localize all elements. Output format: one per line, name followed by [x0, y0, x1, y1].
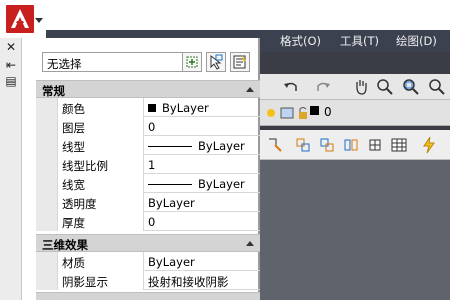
close-icon[interactable]: ✕ [3, 40, 19, 54]
select-objects-button[interactable] [206, 52, 226, 72]
section-3d-effects-header[interactable]: 三维效果 [36, 234, 260, 252]
properties-palette: 无选择 常规 颜色 ByLayer 图层 0 线型 ByLayer 线型比例 1… [22, 38, 260, 300]
section-plot-style-header[interactable] [36, 292, 260, 300]
prop-name: 线型 [58, 136, 144, 155]
prop-row-layer[interactable]: 图层 0 [36, 117, 260, 136]
selection-dropdown[interactable]: 无选择 [42, 52, 198, 72]
prop-row-thickness[interactable]: 厚度 0 [36, 212, 260, 231]
quick-select-button[interactable] [230, 52, 250, 72]
prop-row-linetype[interactable]: 线型 ByLayer [36, 136, 260, 155]
prop-value[interactable]: 0 [144, 117, 260, 136]
prop-row-material[interactable]: 材质 ByLayer [36, 252, 260, 271]
pickadd-icon [186, 56, 198, 68]
chevron-down-icon [35, 18, 43, 23]
prop-value[interactable]: ByLayer [144, 193, 260, 212]
prop-value[interactable]: 投射和接收阴影 [144, 271, 260, 290]
prop-name: 厚度 [58, 212, 144, 231]
prop-name: 阴影显示 [58, 271, 144, 290]
prop-row-color[interactable]: 颜色 ByLayer [36, 98, 260, 117]
prop-value[interactable]: ByLayer [144, 136, 260, 155]
prop-value[interactable]: ByLayer [144, 174, 260, 193]
line-sample [148, 184, 192, 185]
prop-row-shadow-display[interactable]: 阴影显示 投射和接收阴影 [36, 271, 260, 290]
prop-row-transparency[interactable]: 透明度 ByLayer [36, 193, 260, 212]
zoom-icon[interactable] [376, 78, 394, 96]
current-layer-value: 0 [324, 105, 332, 119]
application-menu-button[interactable] [0, 0, 46, 38]
prop-name: 线宽 [58, 174, 144, 193]
chevron-up-icon[interactable] [246, 241, 254, 246]
copy-icon[interactable] [318, 136, 336, 154]
menu-format[interactable]: 格式(O) [280, 33, 321, 49]
standard-toolbar [258, 74, 450, 100]
modify-toolbar [258, 130, 450, 160]
prop-value[interactable]: ByLayer [144, 98, 260, 117]
selection-value: 无选择 [47, 57, 82, 71]
section-general-header[interactable]: 常规 [36, 80, 260, 98]
menu-draw[interactable]: 绘图(D) [396, 33, 437, 49]
prop-name: 颜色 [58, 98, 144, 117]
prop-name: 透明度 [58, 193, 144, 212]
block-icon[interactable] [366, 136, 384, 154]
mirror-icon[interactable] [342, 136, 360, 154]
menu-tools[interactable]: 工具(T) [340, 33, 379, 49]
table-icon[interactable] [390, 136, 408, 154]
prop-value[interactable]: 0 [144, 212, 260, 231]
prop-value[interactable]: 1 [144, 155, 260, 174]
section-title: 三维效果 [42, 238, 88, 252]
move-icon[interactable] [294, 136, 312, 154]
prop-value[interactable]: ByLayer [144, 252, 260, 271]
redo-icon[interactable] [314, 78, 332, 96]
prop-row-linetype-scale[interactable]: 线型比例 1 [36, 155, 260, 174]
prop-row-lineweight[interactable]: 线宽 ByLayer [36, 174, 260, 193]
zoom-window-icon[interactable] [402, 78, 420, 96]
properties-menu-icon[interactable]: ▤ [3, 74, 19, 88]
layers-toolbar: 0 [258, 100, 450, 126]
toggle-pickadd-button[interactable] [182, 52, 202, 72]
line-sample [148, 146, 192, 147]
prop-name: 线型比例 [58, 155, 144, 174]
select-objects-icon [210, 54, 223, 70]
autocad-logo-icon [6, 5, 34, 33]
prop-name: 图层 [58, 117, 144, 136]
prop-name: 材质 [58, 252, 144, 271]
undo-icon[interactable] [282, 78, 300, 96]
zoom-previous-icon[interactable] [428, 78, 446, 96]
pan-icon[interactable] [352, 78, 370, 96]
properties-match-icon[interactable] [266, 136, 284, 154]
section-title: 常规 [42, 84, 65, 98]
palette-title-strip: ✕ ⇤ ▤ [0, 38, 22, 300]
color-swatch [148, 104, 156, 112]
quick-select-icon [233, 55, 246, 69]
chevron-up-icon[interactable] [246, 87, 254, 92]
auto-hide-icon[interactable]: ⇤ [3, 58, 19, 72]
layer-color-swatch [310, 106, 319, 115]
drawing-canvas[interactable] [258, 160, 450, 300]
lightning-icon[interactable] [420, 136, 438, 154]
